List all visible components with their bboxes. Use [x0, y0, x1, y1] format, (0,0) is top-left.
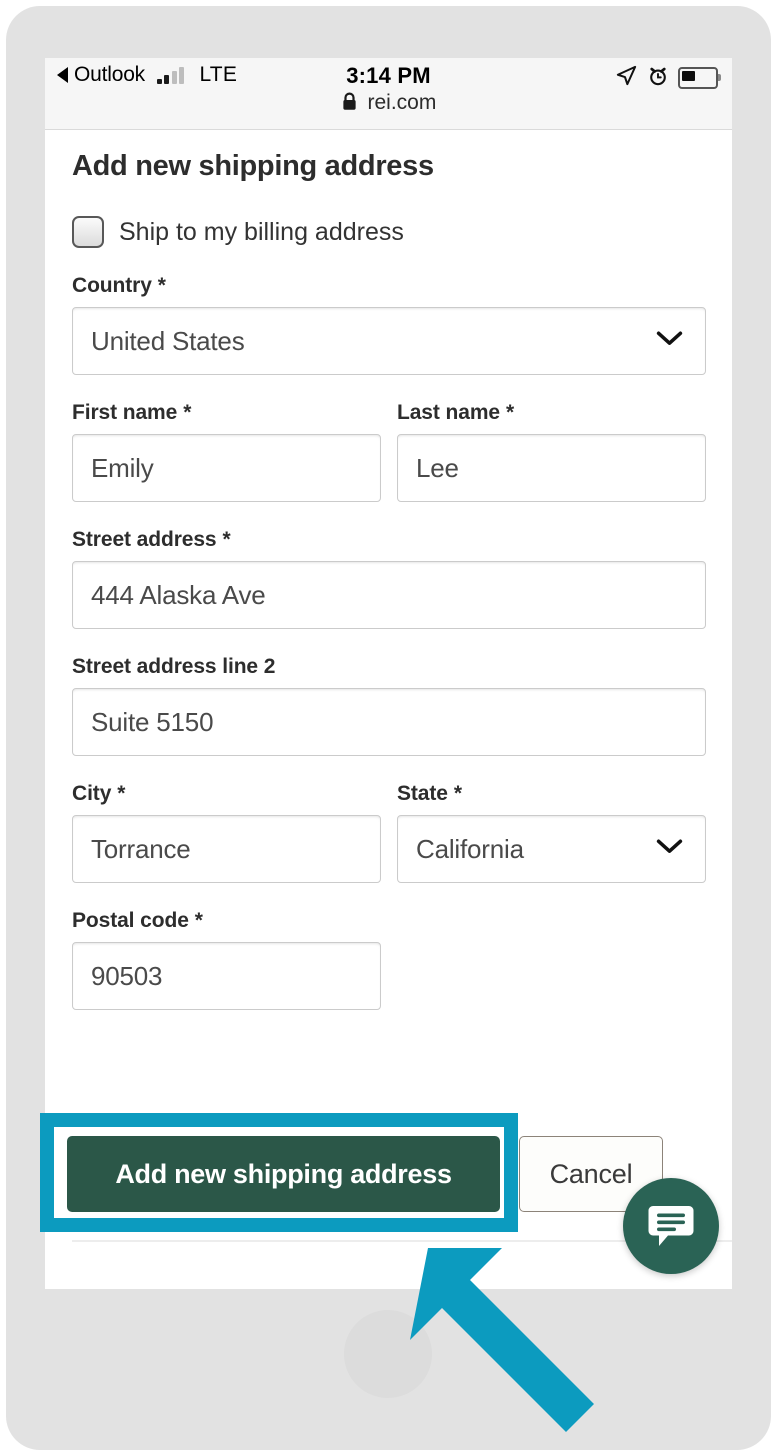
ship-to-billing-label[interactable]: Ship to my billing address — [119, 218, 404, 247]
first-name-input[interactable]: Emily — [72, 434, 381, 502]
city-value: Torrance — [91, 833, 191, 864]
street-address-input[interactable]: 444 Alaska Ave — [72, 561, 706, 629]
field-label-country: Country * — [72, 274, 166, 297]
add-new-shipping-address-button[interactable]: Add new shipping address — [67, 1136, 500, 1212]
last-name-value: Lee — [416, 452, 459, 483]
postal-code-value: 90503 — [91, 960, 163, 991]
country-select[interactable]: United States — [72, 307, 706, 375]
phone-screen: Outlook LTE 3:14 PM rei.com Add new ship… — [45, 58, 732, 1289]
required-marker: * — [453, 782, 462, 805]
city-state-field-row: City * Torrance State * California — [45, 756, 732, 883]
required-marker: * — [222, 528, 231, 551]
status-bar: Outlook LTE 3:14 PM rei.com — [45, 58, 732, 130]
lock-icon — [341, 92, 358, 117]
page-title: Add new shipping address — [72, 150, 434, 182]
field-label-last-name: Last name * — [397, 401, 515, 424]
country-value: United States — [91, 325, 245, 356]
field-first-name: First name * Emily — [72, 401, 381, 502]
postal-code-input[interactable]: 90503 — [72, 942, 381, 1010]
field-label-state: State * — [397, 782, 462, 805]
alarm-clock-icon — [647, 65, 669, 92]
field-label-street-address: Street address * — [72, 528, 231, 551]
status-bar-top-row: Outlook LTE 3:14 PM — [45, 63, 732, 93]
chat-bubble-icon[interactable] — [623, 1178, 719, 1274]
address-bar[interactable]: rei.com — [45, 91, 732, 117]
field-label-city: City * — [72, 782, 126, 805]
field-city: City * Torrance — [72, 782, 381, 883]
state-select[interactable]: California — [397, 815, 706, 883]
ship-to-billing-row[interactable]: Ship to my billing address — [45, 183, 732, 248]
chevron-down-icon[interactable] — [656, 330, 683, 352]
field-street-address-line-2: Street address line 2 Suite 5150 — [45, 629, 732, 756]
first-name-value: Emily — [91, 452, 154, 483]
city-input[interactable]: Torrance — [72, 815, 381, 883]
street-address-line-2-value: Suite 5150 — [91, 706, 214, 737]
required-marker: * — [117, 782, 126, 805]
street-address-line-2-input[interactable]: Suite 5150 — [72, 688, 706, 756]
field-label-postal-code: Postal code * — [72, 909, 203, 932]
home-button[interactable] — [344, 1310, 432, 1398]
name-field-row: First name * Emily Last name * Lee — [45, 375, 732, 502]
field-street-address: Street address * 444 Alaska Ave — [45, 502, 732, 629]
street-address-value: 444 Alaska Ave — [91, 579, 266, 610]
required-marker: * — [157, 274, 166, 297]
field-state: State * California — [397, 782, 706, 883]
postal-code-field-row: Postal code * 90503 — [45, 883, 732, 1010]
ship-to-billing-checkbox[interactable] — [72, 216, 104, 248]
field-postal-code: Postal code * 90503 — [72, 909, 381, 1010]
shipping-address-form: Add new shipping address Ship to my bill… — [45, 129, 732, 1010]
location-arrow-icon — [615, 64, 638, 92]
field-country: Country * United States — [45, 248, 732, 375]
page-url-label[interactable]: rei.com — [367, 91, 436, 114]
state-value: California — [416, 833, 524, 864]
required-marker: * — [505, 401, 515, 424]
required-marker: * — [183, 401, 192, 424]
field-last-name: Last name * Lee — [397, 401, 706, 502]
last-name-input[interactable]: Lee — [397, 434, 706, 502]
battery-icon — [678, 67, 721, 89]
field-label-first-name: First name * — [72, 401, 192, 424]
required-marker: * — [194, 909, 203, 932]
status-bar-right-group — [615, 64, 721, 92]
field-label-street-address-line-2: Street address line 2 — [72, 655, 276, 678]
chevron-down-icon[interactable] — [656, 838, 683, 860]
